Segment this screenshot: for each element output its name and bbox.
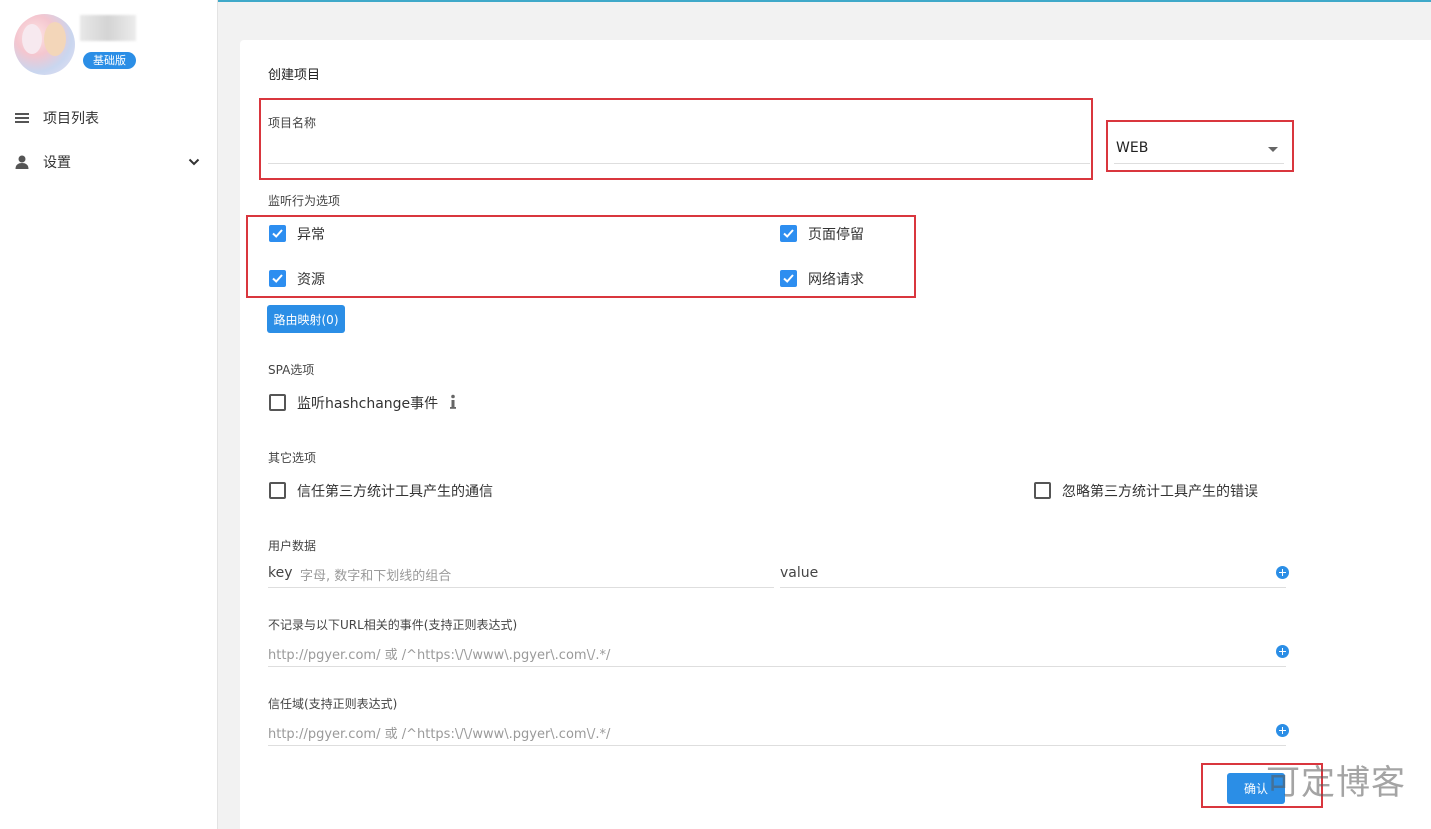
trusted-domains-underline [268, 745, 1286, 746]
check-icon [272, 274, 283, 283]
user-data-key-label: key [268, 565, 293, 581]
checkbox-hashchange[interactable] [269, 394, 286, 411]
user-data-key-underline [268, 587, 774, 588]
user-data-key-input[interactable]: 字母, 数字和下划线的组合 [300, 565, 770, 584]
user-data-value-underline [780, 587, 1286, 588]
create-project-card: 创建项目 项目名称 WEB 监听行为选项 异常 页面停留 资源 网络请求 路由映… [240, 40, 1431, 829]
watermark-text: 可定博客 [1266, 763, 1406, 803]
username-redacted [80, 15, 136, 41]
trusted-domains-input[interactable]: http://pgyer.com/ 或 /^https:\/\/www\.pgy… [268, 723, 1258, 742]
top-accent-line [218, 0, 1431, 2]
user-icon [15, 155, 29, 169]
chevron-down-icon[interactable] [188, 156, 200, 168]
info-icon[interactable] [449, 394, 457, 410]
caret-down-icon [1268, 147, 1278, 152]
check-icon [272, 229, 283, 238]
checkbox-page-stay[interactable] [780, 225, 797, 242]
checkbox-network-request[interactable] [780, 270, 797, 287]
monitor-options-label: 监听行为选项 [268, 194, 341, 208]
checkbox-ignore-third-party[interactable] [1034, 482, 1051, 499]
checkbox-page-stay-label: 页面停留 [808, 227, 864, 243]
checkbox-trust-third-party-label: 信任第三方统计工具产生的通信 [297, 484, 493, 500]
sidebar-item-label: 项目列表 [43, 111, 99, 127]
user-data-label: 用户数据 [268, 539, 317, 553]
add-exclude-url-icon[interactable] [1276, 645, 1289, 658]
sidebar-item-label: 设置 [43, 155, 71, 171]
spa-options-label: SPA选项 [268, 363, 315, 377]
exclude-urls-input[interactable]: http://pgyer.com/ 或 /^https:\/\/www\.pgy… [268, 644, 1258, 663]
checkbox-ignore-third-party-label: 忽略第三方统计工具产生的错误 [1062, 484, 1258, 500]
exclude-urls-underline [268, 666, 1286, 667]
check-icon [783, 229, 794, 238]
sidebar-item-project-list[interactable]: 项目列表 [0, 100, 218, 136]
page-title: 创建项目 [268, 68, 321, 83]
check-icon [783, 274, 794, 283]
platform-select-value: WEB [1116, 140, 1149, 156]
sidebar: 基础版 项目列表 设置 [0, 0, 218, 829]
project-name-underline [268, 163, 1090, 164]
route-mapping-button[interactable]: 路由映射(0) [267, 305, 345, 333]
checkbox-network-request-label: 网络请求 [808, 272, 864, 288]
platform-select[interactable]: WEB [1114, 136, 1284, 162]
checkbox-resource[interactable] [269, 270, 286, 287]
project-name-label: 项目名称 [268, 116, 317, 130]
other-options-label: 其它选项 [268, 451, 317, 465]
checkbox-exception[interactable] [269, 225, 286, 242]
project-name-input[interactable] [268, 134, 1090, 162]
add-trusted-domain-icon[interactable] [1276, 724, 1289, 737]
plan-badge: 基础版 [83, 52, 136, 69]
exclude-urls-label: 不记录与以下URL相关的事件(支持正则表达式) [268, 618, 518, 632]
avatar[interactable] [14, 14, 75, 75]
trusted-domains-label: 信任域(支持正则表达式) [268, 697, 398, 711]
checkbox-resource-label: 资源 [297, 272, 325, 288]
platform-select-underline [1114, 163, 1284, 164]
add-user-data-icon[interactable] [1276, 566, 1289, 579]
user-data-value-input[interactable]: value [780, 565, 1250, 581]
list-icon [15, 113, 29, 123]
sidebar-item-settings[interactable]: 设置 [0, 144, 218, 180]
checkbox-hashchange-label: 监听hashchange事件 [297, 396, 439, 412]
checkbox-trust-third-party[interactable] [269, 482, 286, 499]
checkbox-exception-label: 异常 [297, 227, 325, 243]
